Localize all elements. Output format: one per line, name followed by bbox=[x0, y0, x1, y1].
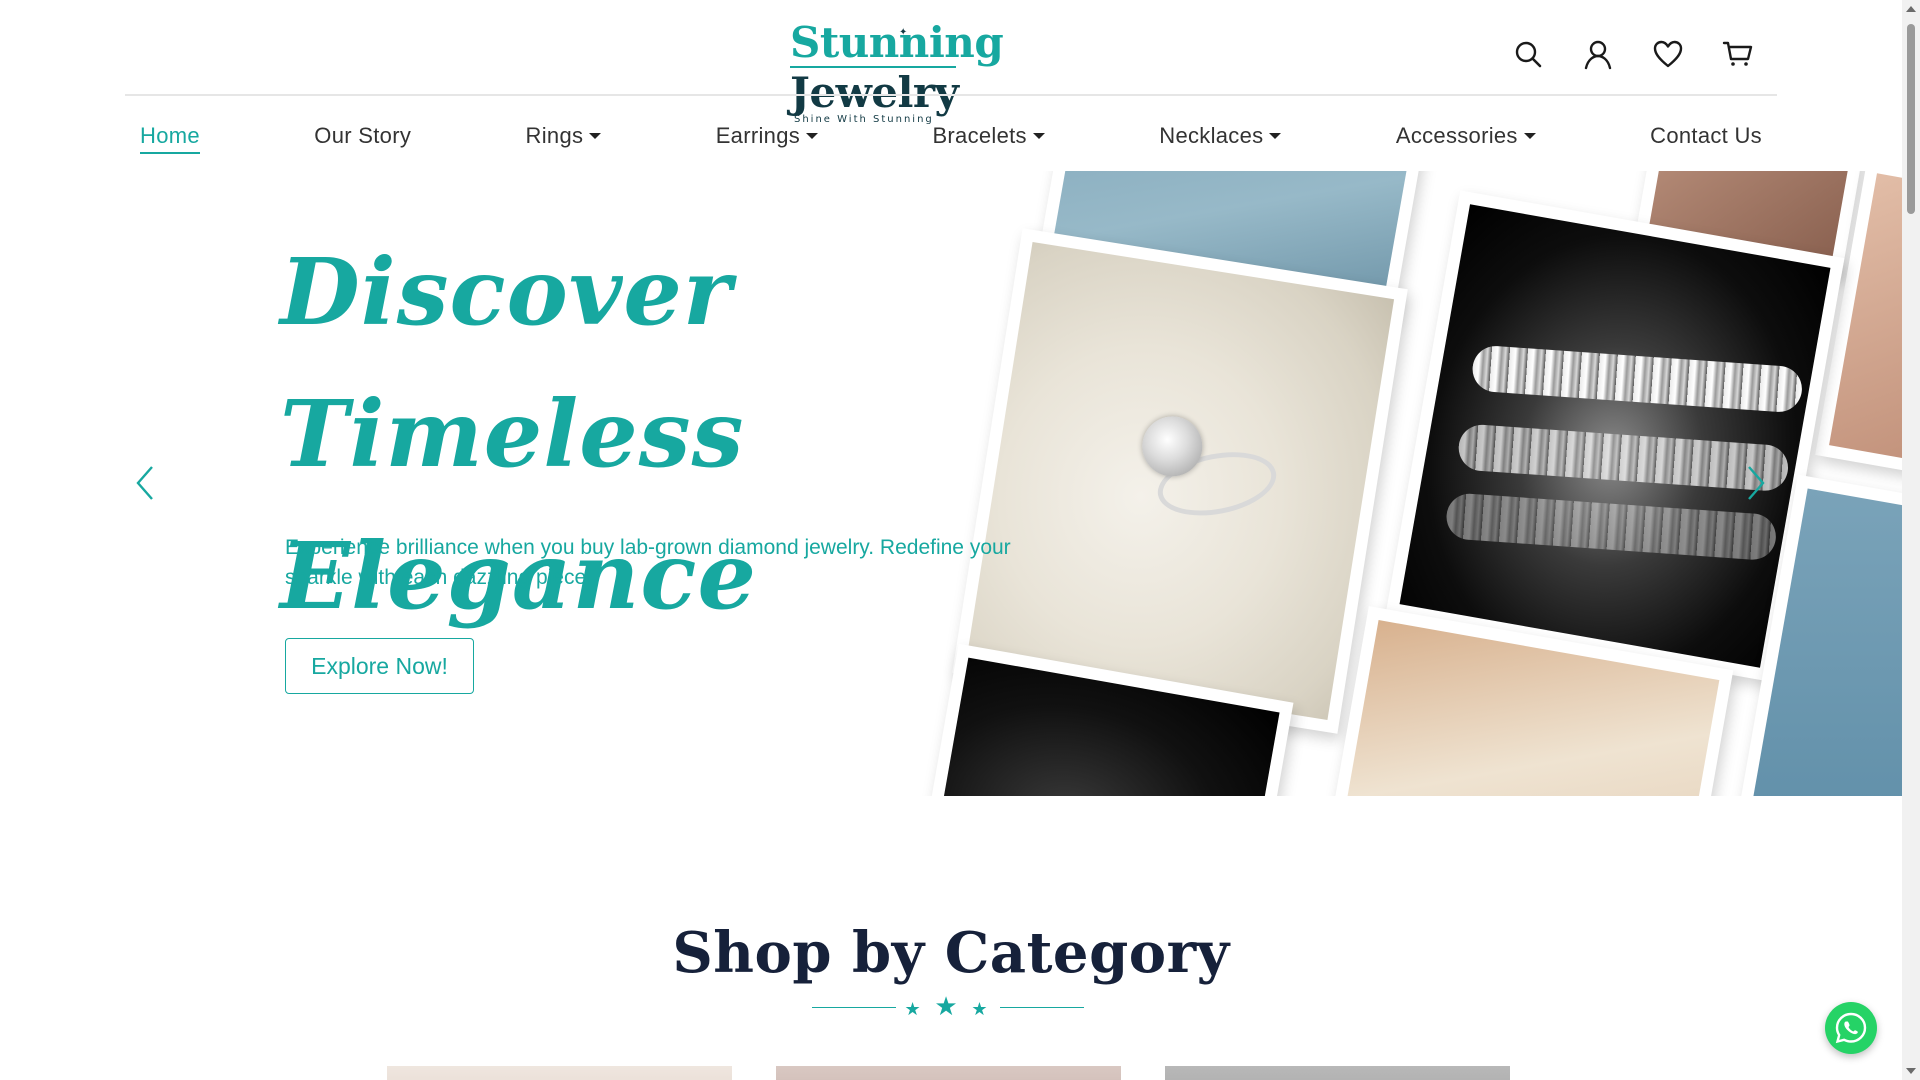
divider-line-left bbox=[812, 1006, 897, 1008]
header-divider bbox=[125, 94, 1777, 96]
logo-star-icon: ✦ bbox=[899, 27, 908, 38]
brand-name: Stunning Jewelry bbox=[790, 18, 1110, 118]
section-title-shop-by-category: Shop by Category bbox=[672, 920, 1230, 986]
nav-item-necklaces[interactable]: Necklaces bbox=[1159, 116, 1282, 156]
nav-item-label: Earrings bbox=[715, 123, 801, 148]
scrollbar-thumb[interactable] bbox=[1907, 24, 1915, 214]
user-icon[interactable] bbox=[1580, 36, 1616, 72]
brand-name-part2: Jewelry bbox=[790, 68, 959, 117]
nav-item-rings[interactable]: Rings bbox=[526, 116, 602, 156]
divider-line-right bbox=[999, 1006, 1084, 1008]
brand-name-part1: Stunning bbox=[790, 18, 1004, 67]
category-card[interactable] bbox=[776, 1066, 1121, 1080]
hero-title-line1: Discover Timeless bbox=[280, 238, 745, 488]
nav-item-our-story[interactable]: Our Story bbox=[314, 116, 411, 156]
category-card[interactable] bbox=[387, 1066, 732, 1080]
caret-down-icon bbox=[1523, 133, 1536, 139]
nav-item-accessories[interactable]: Accessories bbox=[1396, 116, 1536, 156]
hero-carousel: Discover Timeless Elegance Experience br… bbox=[0, 171, 1902, 796]
caret-down-icon bbox=[589, 133, 602, 139]
explore-now-button[interactable]: Explore Now! bbox=[285, 638, 474, 694]
section-divider: ★ ★ ★ bbox=[812, 992, 1084, 1022]
category-cards bbox=[387, 1066, 1510, 1080]
nav-item-label: Home bbox=[140, 123, 200, 148]
main-nav: Home Our Story Rings Earrings Bracelets … bbox=[125, 116, 1777, 156]
cart-icon[interactable] bbox=[1720, 36, 1756, 72]
heart-icon[interactable] bbox=[1650, 36, 1686, 72]
nav-item-earrings[interactable]: Earrings bbox=[715, 116, 819, 156]
caret-down-icon bbox=[1032, 133, 1045, 139]
divider-stars-icon: ★ ★ ★ bbox=[904, 992, 992, 1022]
page-scrollbar[interactable] bbox=[1902, 0, 1920, 1080]
nav-item-label: Accessories bbox=[1395, 123, 1518, 148]
nav-item-contact-us[interactable]: Contact Us bbox=[1650, 116, 1762, 156]
logo-underline bbox=[790, 66, 956, 68]
caret-down-icon bbox=[806, 133, 819, 139]
whatsapp-icon bbox=[1835, 1012, 1867, 1044]
nav-item-label: Rings bbox=[525, 123, 584, 148]
carousel-prev-arrow-icon[interactable] bbox=[130, 461, 160, 505]
brand-logo[interactable]: Stunning Jewelry ✦ Shine With Stunning bbox=[790, 18, 1110, 125]
caret-down-icon bbox=[1269, 133, 1282, 139]
scroll-up-arrow-icon[interactable] bbox=[1906, 6, 1916, 12]
carousel-next-arrow-icon[interactable] bbox=[1741, 461, 1771, 505]
nav-item-home[interactable]: Home bbox=[140, 116, 200, 156]
nav-item-label: Necklaces bbox=[1159, 123, 1264, 148]
nav-item-label: Bracelets bbox=[932, 123, 1027, 148]
header-actions bbox=[1510, 36, 1756, 72]
page: Stunning Jewelry ✦ Shine With Stunning H… bbox=[0, 0, 1902, 1080]
hero-description: Experience brilliance when you buy lab-g… bbox=[285, 536, 1011, 589]
scroll-down-arrow-icon[interactable] bbox=[1906, 1068, 1916, 1074]
nav-item-label: Our Story bbox=[314, 123, 412, 148]
nav-item-label: Contact Us bbox=[1650, 123, 1762, 148]
whatsapp-chat-button[interactable] bbox=[1825, 1002, 1877, 1054]
nav-item-bracelets[interactable]: Bracelets bbox=[932, 116, 1045, 156]
category-card[interactable] bbox=[1165, 1066, 1510, 1080]
search-icon[interactable] bbox=[1510, 36, 1546, 72]
